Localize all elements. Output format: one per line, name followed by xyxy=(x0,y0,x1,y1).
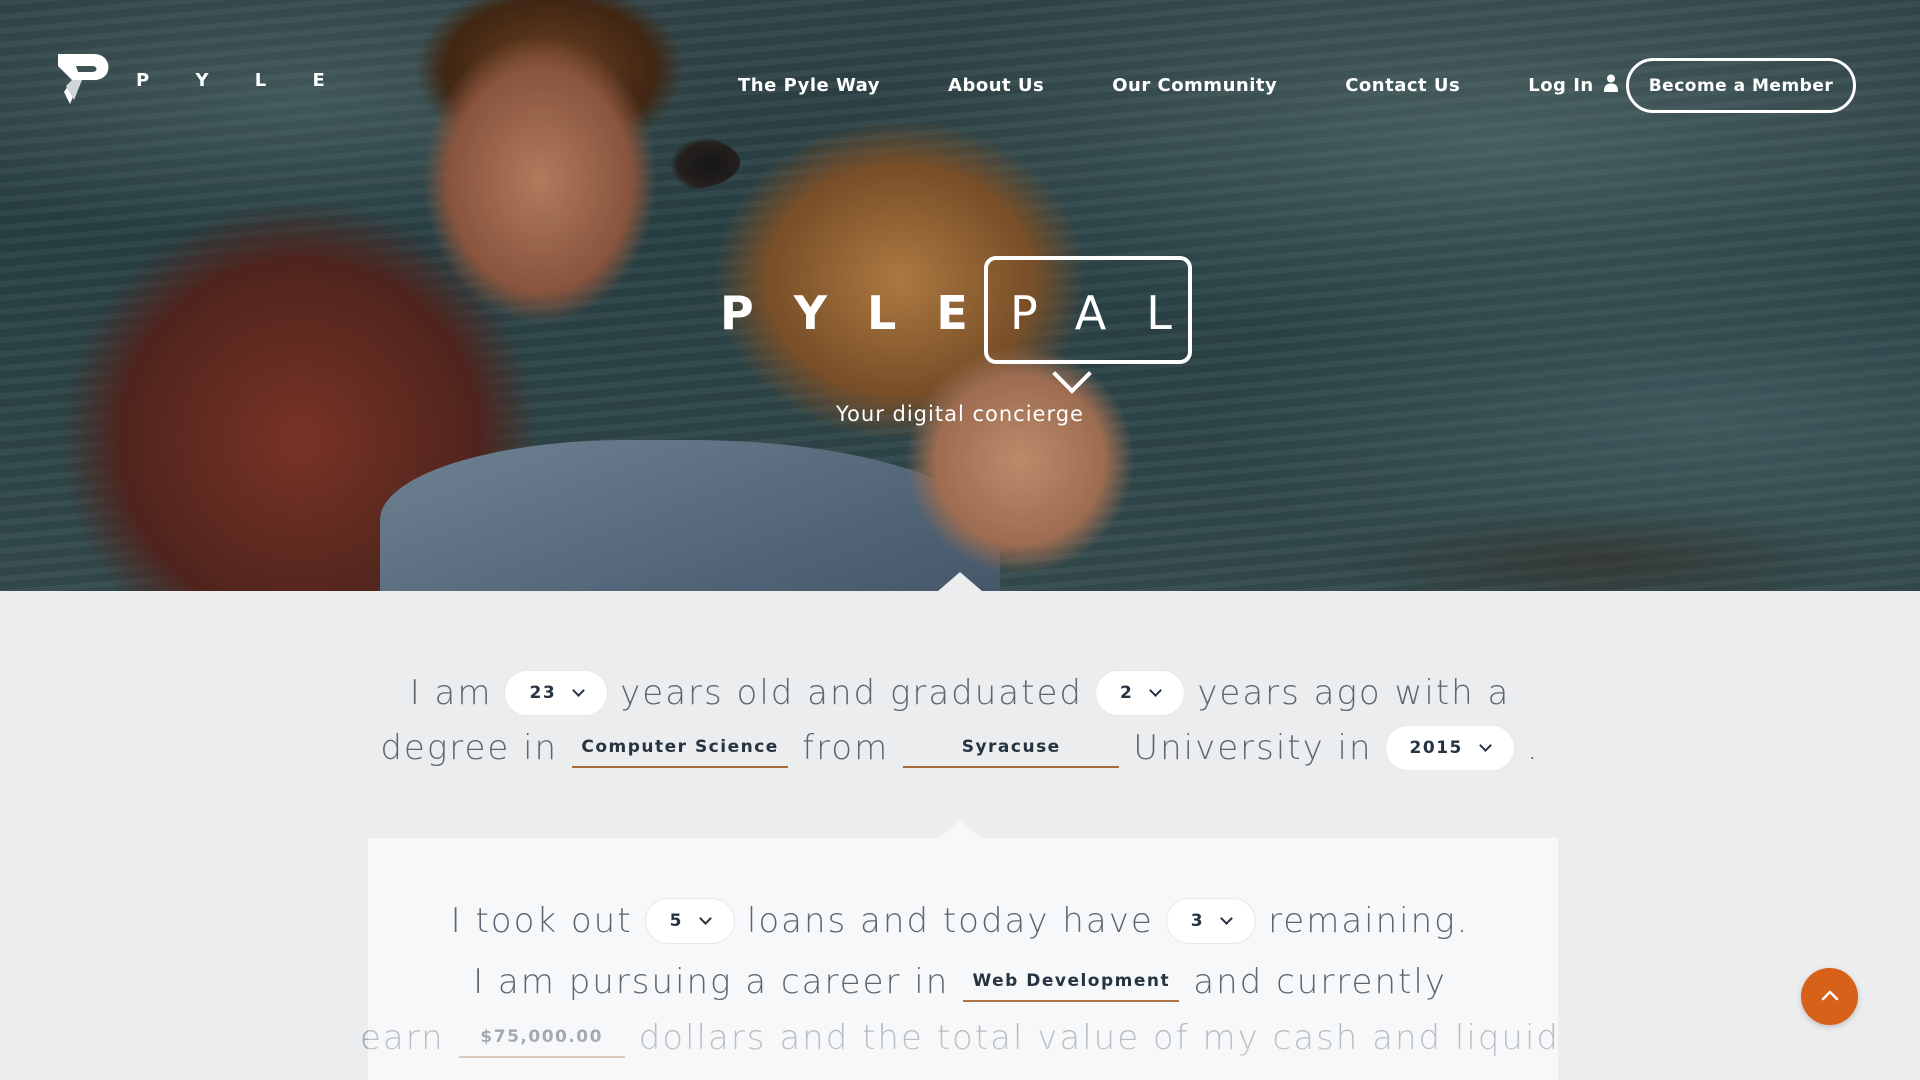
hero-notch xyxy=(938,572,982,591)
logo-link[interactable]: P Y L E xyxy=(56,52,345,108)
hero-title-bold: PYLE xyxy=(720,286,1008,340)
sentence-text: University in xyxy=(1133,728,1373,768)
loans-remaining-select[interactable]: 3 xyxy=(1165,898,1257,944)
age-select[interactable]: 23 xyxy=(504,670,609,716)
hero-section: P Y L E The Pyle Way About Us Our Commun… xyxy=(0,0,1920,591)
sentence-text: I am pursuing a career in xyxy=(473,962,950,1002)
hero-title-light: PAL xyxy=(1010,286,1212,340)
chevron-down-icon xyxy=(1479,739,1492,752)
loans-taken-value: 5 xyxy=(669,911,683,931)
sentence-text: from xyxy=(802,728,890,768)
sentence-text: years old and graduated xyxy=(620,673,1083,713)
chevron-down-icon xyxy=(1149,684,1163,697)
sentence-text: remaining. xyxy=(1268,901,1470,941)
sentence-text: and currently xyxy=(1193,962,1447,1002)
chevron-up-icon xyxy=(1821,988,1839,1006)
graduation-year-value: 2015 xyxy=(1409,738,1463,758)
hero-title: PYLE PAL xyxy=(720,256,1200,394)
sentence-text: I am xyxy=(409,673,493,713)
panel-notch xyxy=(938,820,982,839)
career-input[interactable]: Web Development xyxy=(963,962,1180,1002)
chevron-down-icon xyxy=(1220,912,1233,925)
sentence-text: . xyxy=(1526,728,1540,768)
chevron-down-icon xyxy=(572,684,586,697)
nav-about-us[interactable]: About Us xyxy=(948,75,1044,96)
sentence-text: degree in xyxy=(380,728,559,768)
nav-our-community[interactable]: Our Community xyxy=(1112,75,1277,96)
nav-log-in[interactable]: Log In xyxy=(1528,74,1618,97)
sentence-text: loans and today have xyxy=(746,901,1154,941)
profile-sentence-line-4: I am pursuing a career in Web Developmen… xyxy=(0,962,1920,1002)
salary-input[interactable]: $75,000.00 xyxy=(458,1018,625,1058)
profile-sentence-line-5: earn $75,000.00 dollars and the total va… xyxy=(0,1018,1920,1058)
sentence-text: dollars and the total value of my cash a… xyxy=(638,1018,1560,1058)
main-nav: The Pyle Way About Us Our Community Cont… xyxy=(738,74,1618,97)
sentence-text: years ago with a xyxy=(1197,673,1511,713)
sentence-text: I took out xyxy=(450,901,633,941)
loans-remaining-value: 3 xyxy=(1190,911,1205,931)
nav-contact-us[interactable]: Contact Us xyxy=(1345,75,1460,96)
become-a-member-button[interactable]: Become a Member xyxy=(1626,58,1856,113)
pyle-logo-icon xyxy=(56,52,116,108)
loans-taken-select[interactable]: 5 xyxy=(644,898,735,944)
years-ago-value: 2 xyxy=(1119,683,1134,703)
degree-input[interactable]: Computer Science xyxy=(572,728,789,768)
user-icon xyxy=(1603,74,1618,97)
profile-sentence-line-3: I took out 5 loans and today have 3 rema… xyxy=(0,898,1920,944)
logo-wordmark: P Y L E xyxy=(136,69,345,91)
graduation-year-select[interactable]: 2015 xyxy=(1384,725,1515,771)
university-input[interactable]: Syracuse xyxy=(903,728,1120,768)
sentence-text: earn xyxy=(360,1018,445,1058)
nav-the-pyle-way[interactable]: The Pyle Way xyxy=(738,75,880,96)
years-ago-select[interactable]: 2 xyxy=(1094,670,1186,716)
login-label: Log In xyxy=(1528,75,1594,96)
age-value: 23 xyxy=(529,683,557,703)
back-to-top-button[interactable] xyxy=(1801,968,1858,1025)
profile-sentence-line-1: I am 23 years old and graduated 2 years … xyxy=(0,670,1920,716)
hero-tagline: Your digital concierge xyxy=(836,402,1084,426)
profile-sentence-line-2: degree in Computer Science from Syracuse… xyxy=(0,725,1920,771)
chevron-down-icon xyxy=(699,912,712,925)
